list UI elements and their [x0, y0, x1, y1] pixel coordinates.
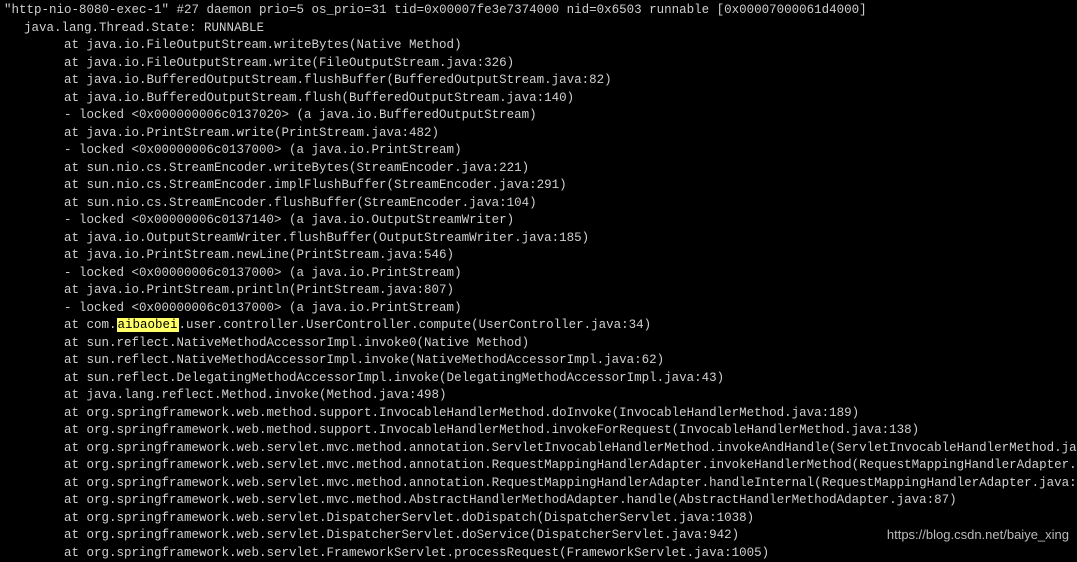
- stack-frame: at java.io.PrintStream.newLine(PrintStre…: [4, 247, 1073, 265]
- stack-frame: - locked <0x00000006c0137000> (a java.io…: [4, 142, 1073, 160]
- stack-frame: at sun.reflect.NativeMethodAccessorImpl.…: [4, 335, 1073, 353]
- stack-frame: - locked <0x000000006c0137020> (a java.i…: [4, 107, 1073, 125]
- stack-frame: at org.springframework.web.servlet.mvc.m…: [4, 492, 1073, 510]
- stack-frame: - locked <0x00000006c0137140> (a java.io…: [4, 212, 1073, 230]
- frame-suffix: .user.controller.UserController.compute(…: [179, 318, 652, 332]
- stack-frame: at java.lang.reflect.Method.invoke(Metho…: [4, 387, 1073, 405]
- stack-frame: at org.springframework.web.servlet.Dispa…: [4, 510, 1073, 528]
- search-highlight: aibaobei: [117, 318, 179, 332]
- frame-prefix: at com.: [64, 318, 117, 332]
- stack-frame: at org.springframework.web.method.suppor…: [4, 405, 1073, 423]
- stack-frame: at java.io.FileOutputStream.write(FileOu…: [4, 55, 1073, 73]
- stack-frame: at java.io.OutputStreamWriter.flushBuffe…: [4, 230, 1073, 248]
- stack-frame: - locked <0x00000006c0137000> (a java.io…: [4, 265, 1073, 283]
- stack-frame: at org.springframework.web.servlet.mvc.m…: [4, 440, 1073, 458]
- stack-frame: at org.springframework.web.method.suppor…: [4, 422, 1073, 440]
- stack-frame-highlighted: at com.aibaobei.user.controller.UserCont…: [4, 317, 1073, 335]
- thread-header: "http-nio-8080-exec-1" #27 daemon prio=5…: [4, 2, 1073, 20]
- thread-state: java.lang.Thread.State: RUNNABLE: [4, 20, 1073, 38]
- stack-frame: at sun.reflect.DelegatingMethodAccessorI…: [4, 370, 1073, 388]
- stack-frame: at org.springframework.web.servlet.mvc.m…: [4, 475, 1073, 493]
- stack-frame: at java.io.FileOutputStream.writeBytes(N…: [4, 37, 1073, 55]
- stack-frame: at org.springframework.web.servlet.mvc.m…: [4, 457, 1073, 475]
- stack-frame: at java.io.PrintStream.println(PrintStre…: [4, 282, 1073, 300]
- stack-frame: at java.io.BufferedOutputStream.flushBuf…: [4, 72, 1073, 90]
- stack-frame: at sun.nio.cs.StreamEncoder.writeBytes(S…: [4, 160, 1073, 178]
- stack-frame: at java.io.PrintStream.write(PrintStream…: [4, 125, 1073, 143]
- stack-frame: at sun.nio.cs.StreamEncoder.flushBuffer(…: [4, 195, 1073, 213]
- stack-frame: at org.springframework.web.servlet.Frame…: [4, 545, 1073, 562]
- stack-frame: - locked <0x00000006c0137000> (a java.io…: [4, 300, 1073, 318]
- stack-frame: at sun.reflect.NativeMethodAccessorImpl.…: [4, 352, 1073, 370]
- stack-frame: at java.io.BufferedOutputStream.flush(Bu…: [4, 90, 1073, 108]
- stack-frame: at sun.nio.cs.StreamEncoder.implFlushBuf…: [4, 177, 1073, 195]
- watermark-text: https://blog.csdn.net/baiye_xing: [887, 526, 1069, 544]
